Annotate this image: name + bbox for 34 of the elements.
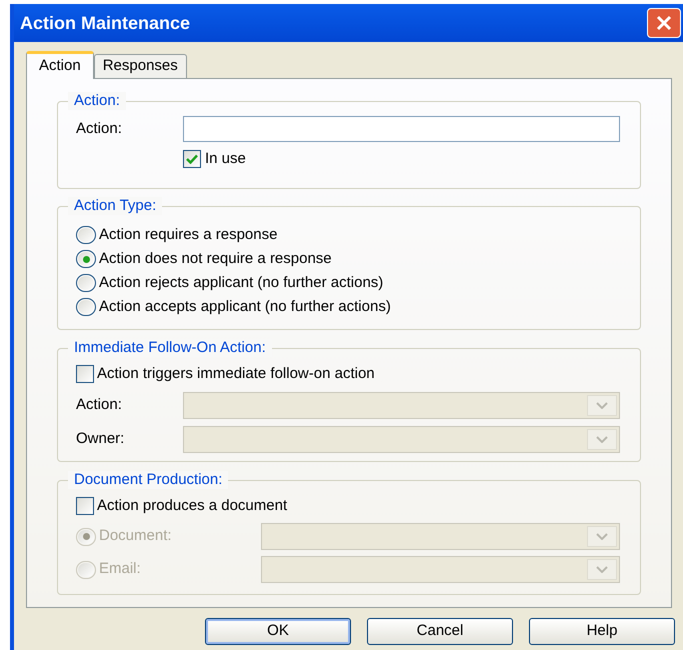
checkbox-label: In use [205, 149, 246, 169]
checkbox-label: Action produces a document [97, 496, 288, 516]
close-icon [656, 15, 672, 31]
window-title: Action Maintenance [20, 12, 190, 34]
chevron-down-icon [587, 429, 617, 450]
action-input-field[interactable] [183, 116, 620, 142]
field-label: Action: [76, 118, 123, 139]
group-title: Action: [68, 92, 126, 110]
checkmark-icon [186, 154, 198, 164]
chevron-down-icon [587, 526, 617, 547]
close-button[interactable] [647, 8, 681, 38]
radio-label: Action requires a response [99, 224, 278, 245]
dialog-button[interactable]: Help [529, 618, 675, 645]
field-label: Owner: [76, 429, 126, 450]
radio-label: Action rejects applicant (no further actions) [99, 272, 384, 293]
radio-label: Action does not require a response [99, 248, 332, 269]
dropdown-field[interactable] [261, 523, 620, 550]
radio-label: Document: [99, 526, 172, 546]
checkbox[interactable] [76, 497, 94, 515]
radio-label: Email: [99, 559, 141, 580]
dropdown-field[interactable] [261, 556, 620, 583]
tab[interactable]: Action [26, 51, 94, 79]
checkbox-label: Action triggers immediate follow-on action [97, 364, 375, 384]
group-title: Action Type: [68, 197, 162, 215]
group-title: Document Production: [68, 471, 228, 489]
field-label: Action: [76, 395, 123, 416]
checkbox[interactable] [183, 150, 201, 168]
dialog-button[interactable]: Cancel [367, 618, 513, 645]
tab[interactable]: Responses [94, 54, 187, 78]
checkbox[interactable] [76, 365, 94, 383]
dialog-button[interactable]: OK [205, 618, 351, 645]
chevron-down-icon [587, 395, 617, 416]
radio-label: Action accepts applicant (no further actions) [99, 296, 391, 317]
chevron-down-icon [587, 559, 617, 580]
